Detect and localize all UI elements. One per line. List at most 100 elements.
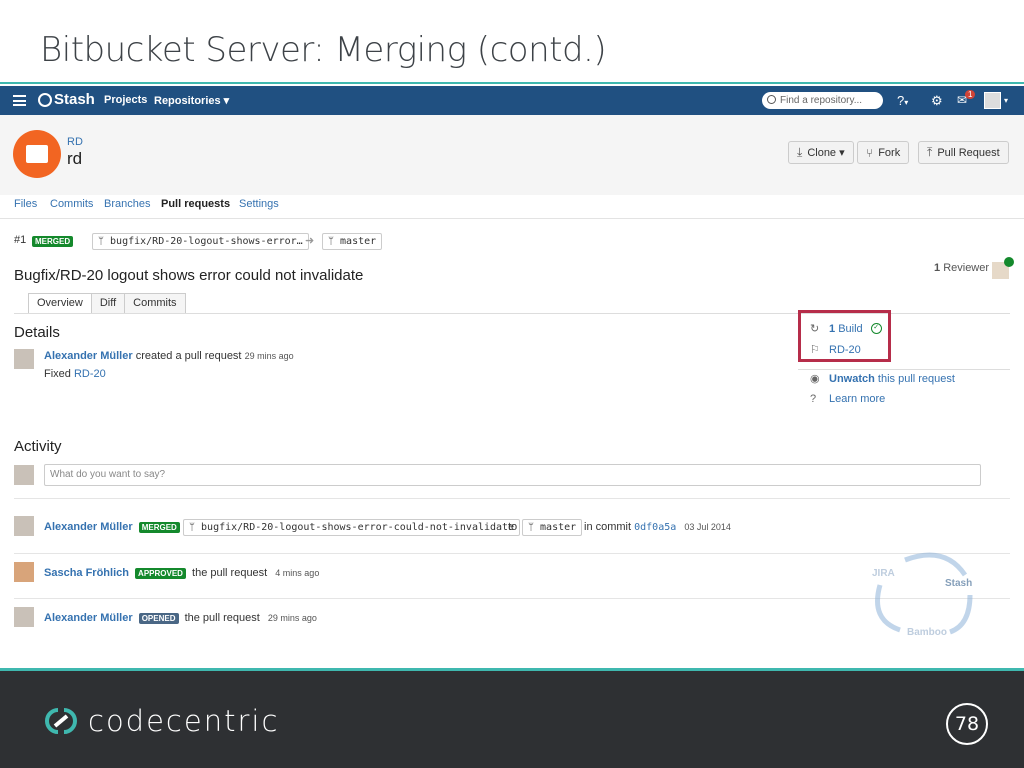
reviewer-count: 1 (934, 262, 941, 274)
target-branch[interactable]: ᛘ master (322, 233, 383, 250)
user-menu-chevron-icon[interactable]: ▾ (1004, 96, 1008, 105)
tab-pull-requests[interactable]: Pull requests (161, 198, 230, 210)
divider (798, 369, 1010, 370)
source-branch[interactable]: ᛘ bugfix/RD-20-logout-shows-error… (92, 233, 309, 250)
learn-more-label: Learn more (829, 393, 886, 405)
divider (14, 598, 1010, 599)
jira-stash-bamboo-cycle-graphic: JIRA Stash Bamboo (865, 550, 985, 642)
tab-commits[interactable]: Commits (50, 198, 93, 210)
pull-request-tabs: Overview Diff Commits (28, 293, 186, 314)
merged-lozenge: MERGED (138, 522, 180, 533)
unwatch-suffix: this pull request (877, 372, 955, 385)
issue-link[interactable]: RD-20 (74, 368, 106, 380)
merged-lozenge: MERGED (32, 236, 74, 247)
commit-hash-link[interactable]: 0df0a5a (634, 522, 676, 533)
tab-diff[interactable]: Diff (90, 293, 126, 314)
details-heading: Details (14, 324, 60, 341)
event-text: the pull request (184, 612, 260, 624)
search-placeholder: Find a repository... (780, 95, 863, 106)
timestamp: 29 mins ago (244, 351, 294, 361)
reviewer-label: Reviewer (943, 262, 990, 274)
avatar[interactable] (14, 516, 34, 536)
notification-badge: 1 (965, 90, 976, 99)
avatar[interactable] (14, 607, 34, 627)
avatar[interactable] (14, 349, 34, 369)
repository-tabs: Files Commits Branches Pull requests Set… (0, 195, 1024, 219)
branch-icon: ᛘ (98, 236, 111, 247)
created-action: created a pull request (135, 350, 242, 362)
reviewer-summary[interactable]: 1 Reviewer (934, 262, 989, 274)
fork-label: Fork (878, 146, 901, 159)
author-link[interactable]: Alexander Müller (44, 350, 133, 362)
event-text: the pull request (192, 567, 268, 579)
repository-name[interactable]: rd (67, 149, 82, 169)
help-icon[interactable]: ?▾ (897, 93, 908, 108)
nav-repositories[interactable]: Repositories ▾ (154, 94, 229, 107)
divider (14, 553, 1010, 554)
avatar[interactable] (14, 562, 34, 582)
slide-footer: codecentric 78 (0, 668, 1024, 768)
menu-icon[interactable] (13, 95, 26, 106)
description-text: Fixed (44, 368, 71, 380)
activity-event-opened: Alexander Müller OPENED the pull request… (44, 612, 317, 624)
top-navigation-bar: Stash Projects Repositories ▾ Find a rep… (0, 86, 1024, 115)
details-created-line: Alexander Müller created a pull request … (44, 350, 294, 362)
nav-projects[interactable]: Projects (104, 94, 147, 106)
tab-settings[interactable]: Settings (239, 198, 279, 210)
unwatch-label: Unwatch (829, 372, 875, 385)
brand-wordmark: codecentric (88, 704, 280, 738)
target-branch-label: master (540, 522, 577, 533)
activity-heading: Activity (14, 438, 62, 455)
source-branch[interactable]: ᛘ bugfix/RD-20-logout-shows-error-could-… (183, 519, 521, 536)
approved-lozenge: APPROVED (135, 568, 186, 579)
tab-overview[interactable]: Overview (28, 293, 92, 314)
user-avatar[interactable] (984, 92, 1001, 109)
download-icon: ⤓ (797, 145, 803, 159)
clone-label: Clone ▾ (807, 147, 845, 159)
activity-event-merged: Alexander Müller MERGED (44, 521, 180, 533)
tab-pr-commits[interactable]: Commits (124, 293, 186, 314)
source-branch-label: bugfix/RD-20-logout-shows-error… (110, 236, 303, 247)
bamboo-label: Bamboo (907, 627, 947, 638)
clone-button[interactable]: ⤓ Clone ▾ (788, 141, 854, 164)
pull-request-id: #1 (14, 234, 27, 246)
activity-event-approved: Sascha Fröhlich APPROVED the pull reques… (44, 567, 319, 579)
pr-state-lozenge: MERGED (32, 235, 74, 247)
stash-label: Stash (945, 578, 973, 589)
stash-screenshot: Stash Projects Repositories ▾ Find a rep… (0, 82, 1024, 668)
fork-icon: ⑂ (866, 145, 874, 160)
repository-search-input[interactable]: Find a repository... (762, 92, 883, 109)
learn-more-link[interactable]: ? Learn more (810, 393, 885, 405)
repository-avatar (13, 130, 61, 178)
tab-files[interactable]: Files (14, 198, 37, 210)
author-link[interactable]: Alexander Müller (44, 521, 133, 533)
stash-logo[interactable]: Stash (38, 91, 95, 108)
codecentric-mark-icon (45, 708, 77, 734)
to-label: to (508, 521, 518, 533)
approved-check-icon (1004, 257, 1014, 267)
timestamp: 4 mins ago (275, 568, 320, 578)
author-link[interactable]: Sascha Fröhlich (44, 567, 129, 579)
eye-icon: ◉ (810, 373, 820, 385)
page-number: 78 (946, 703, 988, 745)
fork-button[interactable]: ⑂ Fork (857, 141, 910, 164)
unwatch-link[interactable]: ◉ Unwatch this pull request (810, 372, 955, 386)
tab-branches[interactable]: Branches (104, 198, 150, 210)
project-link[interactable]: RD (67, 136, 83, 148)
pull-request-title: Bugfix/RD-20 logout shows error could no… (14, 267, 364, 284)
slide-title: Bitbucket Server: Merging (contd.) (40, 30, 607, 70)
stash-logo-text: Stash (54, 91, 95, 108)
target-branch[interactable]: ᛘ master (522, 519, 583, 536)
jira-label: JIRA (872, 568, 895, 579)
stash-logo-icon (38, 92, 52, 107)
author-link[interactable]: Alexander Müller (44, 612, 133, 624)
source-branch-label: bugfix/RD-20-logout-shows-error-could-no… (201, 522, 515, 533)
create-pull-request-button[interactable]: ⤒ Pull Request (918, 141, 1009, 164)
pull-request-label: Pull Request (937, 146, 1000, 159)
comment-input[interactable]: What do you want to say? (44, 464, 981, 486)
branch-icon: ᛘ (189, 522, 202, 533)
divider (14, 498, 1010, 499)
avatar[interactable] (14, 465, 34, 485)
opened-lozenge: OPENED (138, 613, 179, 624)
gear-icon[interactable]: ⚙ (931, 93, 943, 109)
